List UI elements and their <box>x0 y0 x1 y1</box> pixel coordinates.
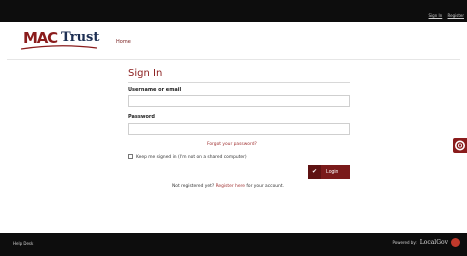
register-prompt-prefix: Not registered yet? <box>172 184 215 189</box>
password-input[interactable] <box>128 123 350 135</box>
sign-in-link[interactable]: Sign In <box>429 13 443 18</box>
forgot-password-link[interactable]: Forgot your password? <box>207 142 257 147</box>
username-input[interactable] <box>128 95 350 107</box>
login-button[interactable]: ✔ Login <box>308 165 350 179</box>
logo-swoosh-icon <box>21 45 97 50</box>
help-desk-link[interactable]: Help Desk <box>13 241 33 246</box>
keep-signed-in-label: Keep me signed in (I'm not on a shared c… <box>136 155 247 160</box>
checkmark-icon: ✔ <box>308 165 321 179</box>
page-title: Sign In <box>128 68 163 79</box>
site-header: MAC Trust Home <box>7 22 460 60</box>
logo-text-trust: Trust <box>61 30 100 45</box>
password-label: Password <box>128 114 155 120</box>
nav-home-link[interactable]: Home <box>116 39 131 45</box>
powered-by-label: Powered by: <box>392 240 417 245</box>
top-bar: Sign In Register <box>0 0 467 22</box>
localgov-logo-text[interactable]: LocalGov <box>420 239 448 246</box>
powered-by: Powered by: LocalGov <box>392 238 460 247</box>
username-label: Username or email <box>128 87 182 93</box>
register-link[interactable]: Register <box>448 13 464 18</box>
register-prompt-suffix: for your account. <box>246 184 284 189</box>
lifebuoy-icon[interactable] <box>453 138 467 153</box>
localgov-logo-icon <box>451 238 460 247</box>
register-here-link[interactable]: Register here <box>216 184 245 189</box>
sign-in-panel: Sign In Username or email Password Forgo… <box>7 61 460 233</box>
keep-signed-in-row[interactable]: Keep me signed in (I'm not on a shared c… <box>128 154 247 160</box>
register-prompt: Not registered yet? Register here for yo… <box>172 184 284 189</box>
site-footer: Help Desk Powered by: LocalGov <box>0 233 467 256</box>
top-links: Sign In Register <box>425 13 464 18</box>
mac-trust-logo[interactable]: MAC Trust <box>21 27 101 51</box>
title-divider <box>128 82 350 83</box>
login-button-label: Login <box>326 169 339 175</box>
keep-signed-in-checkbox[interactable] <box>128 154 133 159</box>
